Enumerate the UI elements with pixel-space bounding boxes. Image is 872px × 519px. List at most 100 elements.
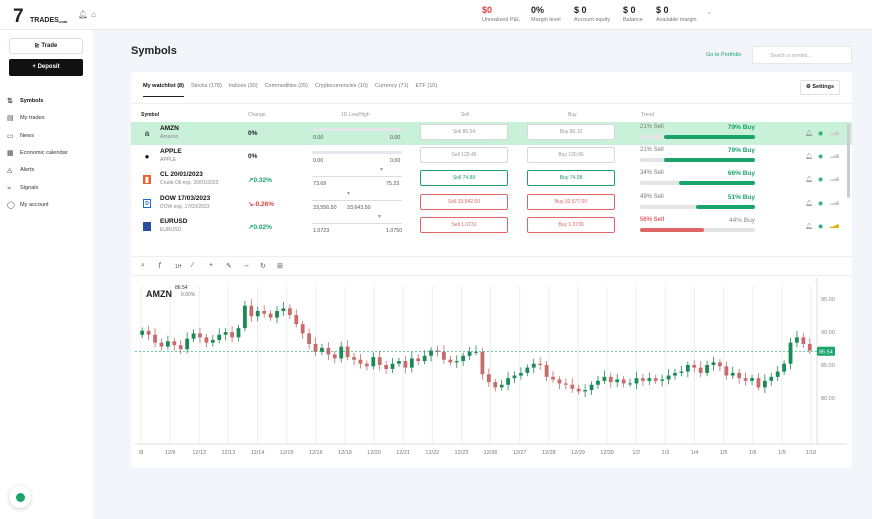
candle[interactable] [467,351,472,356]
candle[interactable] [506,378,510,385]
candle[interactable] [788,342,793,364]
indicator-icon[interactable]: ƒ [158,262,162,269]
candle[interactable] [602,376,607,381]
settings-button[interactable]: ⚙ Settings [800,80,840,95]
sell-button[interactable]: Sell 33,542.00 [420,193,508,210]
watch-eye-icon[interactable]: ◉ [818,153,823,160]
candle[interactable] [217,334,222,340]
candle[interactable] [801,337,806,344]
candle[interactable] [153,334,157,343]
alert-bell-icon[interactable]: 🔔︎ [805,200,813,207]
grid-icon[interactable]: ⊞ [277,262,283,270]
crosshair-icon[interactable]: + [209,262,213,269]
watch-eye-icon[interactable]: ◉ [818,223,823,230]
candle[interactable] [403,361,408,368]
candle[interactable] [178,345,183,350]
candle[interactable] [493,382,498,388]
candle[interactable] [345,346,350,358]
candle[interactable] [230,332,234,338]
candle[interactable] [570,384,575,389]
candle[interactable] [525,367,530,373]
chevron-down-icon[interactable]: ⌄ [706,7,713,16]
candle[interactable] [795,337,799,343]
candle[interactable] [730,372,735,376]
candle[interactable] [679,371,684,373]
candle[interactable] [210,339,215,343]
buy-button[interactable]: Buy 1.0739 [527,216,615,233]
candle[interactable] [519,372,523,376]
candle[interactable] [339,346,344,359]
candle[interactable] [140,330,145,335]
candle[interactable] [172,341,177,346]
chat-button[interactable] [9,486,31,508]
sell-button[interactable]: Sell 1.0731 [420,216,508,233]
buy-button[interactable]: Buy 74.98 [527,170,615,187]
candle[interactable] [243,305,247,329]
candle[interactable] [653,378,658,381]
sell-button[interactable]: Sell 86.54 [420,124,508,140]
candle[interactable] [409,358,414,368]
candle[interactable] [255,311,260,317]
sidebar-item-signals[interactable]: ⌁ Signals [7,184,38,192]
candle[interactable] [442,351,446,360]
gift-icon[interactable]: ⌂ [91,10,96,19]
candle[interactable] [647,378,652,381]
candle[interactable] [416,358,421,362]
candle[interactable] [563,383,568,385]
candle[interactable] [512,375,517,379]
candle[interactable] [544,365,549,377]
candle[interactable] [461,355,466,362]
candle[interactable] [621,379,626,384]
candle[interactable] [711,362,716,365]
table-row[interactable]: a AMZN Amazon 0% 0.00 0.00 Sell 86.54 Buy 86.10… [131,122,852,145]
go-to-portfolio-link[interactable]: Go to Portfolio [706,52,741,58]
candle[interactable] [307,333,312,344]
candle[interactable] [191,333,196,339]
watch-eye-icon[interactable]: ◉ [818,200,823,207]
candle[interactable] [384,365,389,369]
candle[interactable] [281,308,286,312]
candle[interactable] [615,379,620,383]
candle[interactable] [737,372,742,379]
signal-bars-icon[interactable]: ▂▄▆ [830,200,839,205]
price-chart[interactable]: /8 12/9 12/12 12/13 12/14 12/15 12/16 12/19 12/2… [131,276,852,468]
sidebar-item-alerts[interactable]: ◬ Alerts [7,166,34,174]
deposit-button[interactable]: + Deposit [9,59,83,76]
table-row[interactable]: EURUSD EURUSD ↗0.02% ▼ 1.0723 1.0750 Sell 1.07… [131,214,852,238]
line-tool-icon[interactable]: ⁄ [192,262,193,269]
alert-bell-icon[interactable]: 🔔︎ [805,176,813,183]
candle[interactable] [724,366,729,376]
tab-2[interactable]: Indices (30) [229,83,258,97]
candle[interactable] [596,380,600,385]
candle[interactable] [249,305,254,317]
candle[interactable] [358,359,363,364]
sell-button[interactable]: Sell 74.88 [420,170,508,187]
candle[interactable] [294,314,299,325]
candle[interactable] [762,380,767,388]
candle[interactable] [750,378,754,381]
brand-logo[interactable]: 7 TRADES .com [13,6,67,28]
table-row[interactable]: ● APPLE APPLE 0% 0.00 0.00 Sell 129.46 Buy 130.… [131,145,852,168]
candle[interactable] [371,357,376,367]
candle[interactable] [692,365,697,368]
candle[interactable] [698,367,703,373]
candle[interactable] [390,363,395,369]
candle[interactable] [666,375,671,380]
alert-bell-icon[interactable]: 🔔︎ [805,153,813,160]
candle[interactable] [332,354,337,359]
buy-button[interactable]: Buy 33,577.00 [527,193,615,210]
alert-bell-icon[interactable]: 🔔︎ [805,130,813,137]
symbol-search-input[interactable]: Search a symbol... [752,46,852,64]
candle[interactable] [159,342,164,347]
candle[interactable] [313,343,318,352]
buy-button[interactable]: Buy 86.10 [527,124,615,140]
timeframe-icon[interactable]: 1H [175,264,181,270]
candle[interactable] [743,378,748,381]
candle[interactable] [807,343,812,351]
trade-button[interactable]: ⊵ Trade [9,38,83,54]
candle[interactable] [146,330,151,335]
table-row[interactable]: ▮ CL 20/01/2023 Crude Oil exp. 20/01/2023 ↗… [131,167,852,191]
candle[interactable] [628,383,632,385]
candle[interactable] [673,372,677,376]
candle[interactable] [685,365,690,372]
